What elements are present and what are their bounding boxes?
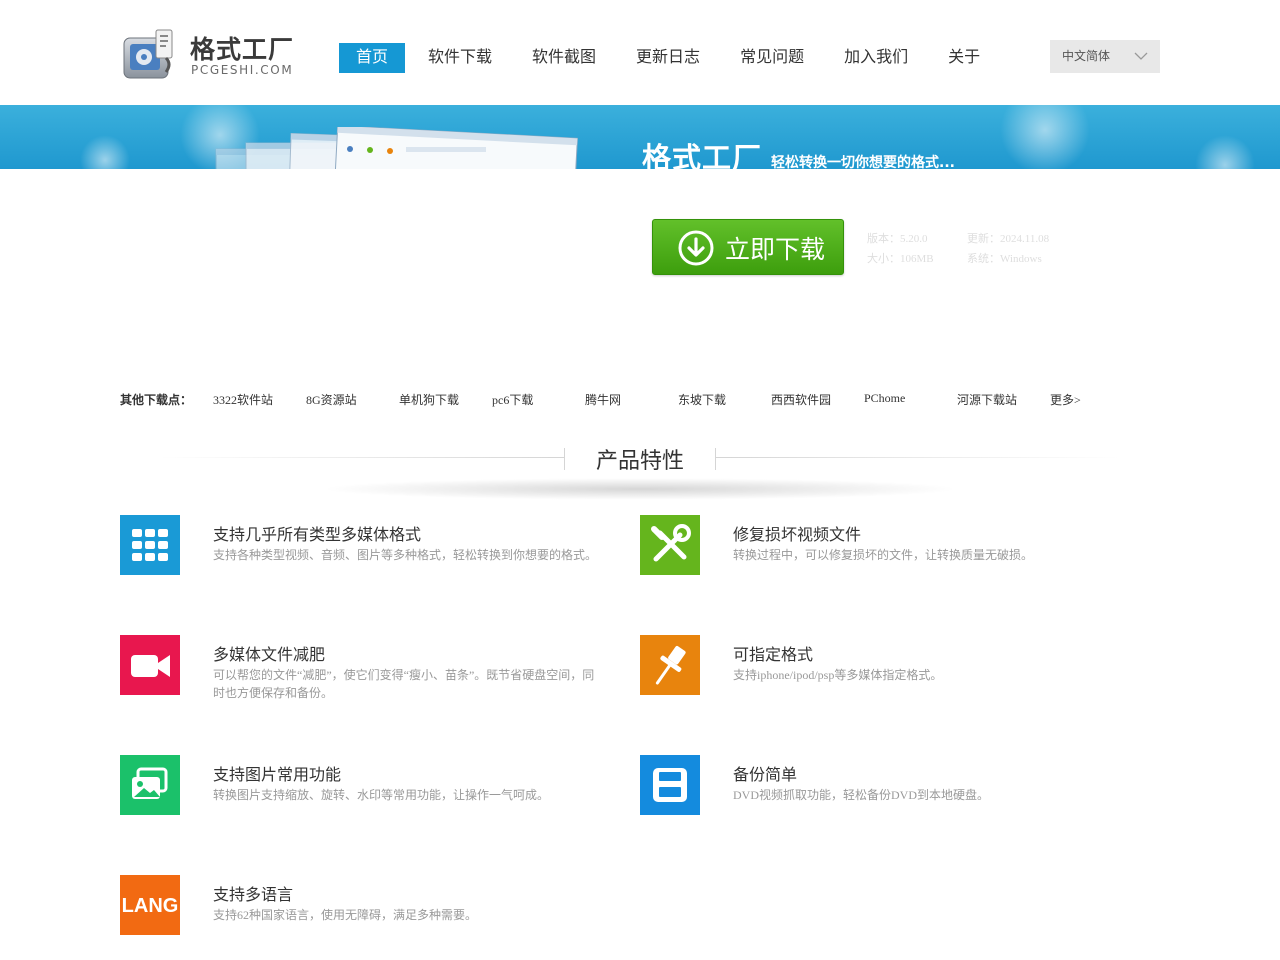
logo-title: 格式工厂 [190, 35, 295, 64]
feature-item: 备份简单 DVD视频抓取功能，轻松备份DVD到本地硬盘。 [640, 755, 1120, 835]
banner-bubble [1000, 105, 1090, 169]
feature-title: 可指定格式 [733, 645, 814, 664]
nav-home[interactable]: 首页 [339, 43, 406, 73]
feature-description: 转换图片支持缩放、旋转、水印等常用功能，让操作一气呵成。 [213, 788, 550, 802]
features-section-header: 产品特性 [120, 440, 1160, 500]
feature-item: 支持图片常用功能 转换图片支持缩放、旋转、水印等常用功能，让操作一气呵成。 [120, 755, 600, 835]
repair-tools-icon [640, 515, 700, 575]
feature-item: LANG 支持多语言 支持62种国家语言，使用无障碍，满足多种需要。 [120, 875, 600, 955]
video-camera-icon [120, 635, 180, 695]
mirror-link[interactable]: 河源下载站 [957, 391, 1017, 408]
feature-description: 可以帮您的文件“减肥”，使它们变得“瘦小、苗条”。既节省硬盘空间，同时也方便保存… [213, 668, 595, 700]
more-mirrors-link[interactable]: 更多> [1050, 391, 1081, 408]
mirror-link[interactable]: PChome [864, 391, 905, 406]
download-now-label: 立即下载 [725, 235, 826, 264]
pushpin-icon [640, 635, 700, 695]
nav-software-download[interactable]: 软件下载 [411, 43, 509, 73]
download-now-button[interactable]: 立即下载 [652, 219, 844, 275]
nav-join-us[interactable]: 加入我们 [827, 43, 925, 73]
save-disk-icon [640, 755, 700, 815]
banner-slogan: 轻松转换一切你想要的格式... [771, 155, 955, 169]
feature-title: 支持图片常用功能 [213, 765, 342, 784]
feature-description: 支持iphone/ipod/psp等多媒体指定格式。 [733, 668, 943, 682]
feature-item: 可指定格式 支持iphone/ipod/psp等多媒体指定格式。 [640, 635, 1120, 715]
feature-title: 修复损坏视频文件 [733, 525, 862, 544]
other-downloads-label: 其他下载点： [120, 393, 193, 407]
divider-line [716, 457, 1120, 458]
feature-title: 支持几乎所有类型多媒体格式 [213, 525, 422, 544]
logo-subtitle: PCGESHI.COM [191, 63, 294, 77]
feature-title: 多媒体文件减肥 [213, 645, 326, 664]
site-logo[interactable]: 格式工厂 PCGESHI.COM [122, 26, 297, 84]
feature-description: 转换过程中，可以修复损坏的文件，让转换质量无破损。 [733, 548, 1034, 562]
mirror-link[interactable]: pc6下载 [492, 391, 533, 408]
lang-text-icon: LANG [120, 875, 180, 935]
language-select[interactable]: 中文简体 [1050, 40, 1160, 73]
chevron-down-icon [1134, 52, 1148, 60]
mirror-link[interactable]: 西西软件园 [771, 391, 831, 408]
banner-bubble [1195, 135, 1255, 169]
grid-apps-icon [120, 515, 180, 575]
download-arrow-icon [678, 230, 714, 266]
mirror-link[interactable]: 8G资源站 [306, 391, 357, 408]
feature-description: 支持62种国家语言，使用无障碍，满足多种需要。 [213, 908, 478, 922]
language-selected-value: 中文简体 [1062, 49, 1111, 63]
feature-item: 支持几乎所有类型多媒体格式 支持各种类型视频、音频、图片等多种格式，轻松转换到你… [120, 515, 600, 595]
divider-shadow [320, 478, 960, 500]
mirror-link[interactable]: 单机狗下载 [399, 391, 459, 408]
photo-gallery-icon [120, 755, 180, 815]
mirror-link[interactable]: 腾牛网 [585, 391, 621, 408]
section-title: 产品特性 [595, 449, 684, 474]
feature-title: 备份简单 [733, 765, 798, 784]
download-version: 版本：5.20.0 [867, 233, 928, 245]
nav-screenshots[interactable]: 软件截图 [515, 43, 613, 73]
mirror-link[interactable]: 3322软件站 [213, 391, 273, 408]
download-updated: 更新：2024.11.08 [967, 233, 1050, 245]
hero-banner: 格式工厂 轻松转换一切你想要的格式... [0, 105, 1280, 169]
nav-about[interactable]: 关于 [931, 43, 997, 73]
feature-description: DVD视频抓取功能，轻松备份DVD到本地硬盘。 [733, 788, 989, 802]
banner-title: 格式工厂 [642, 141, 763, 169]
mirror-link[interactable]: 东坡下载 [678, 391, 726, 408]
banner-bubble [80, 135, 130, 169]
feature-description: 支持各种类型视频、音频、图片等多种格式，轻松转换到你想要的格式。 [213, 548, 598, 562]
nav-faq[interactable]: 常见问题 [723, 43, 821, 73]
site-header: 格式工厂 PCGESHI.COM 首页 软件下载 软件截图 更新日志 常见问题 … [0, 0, 1280, 105]
app-screenshots-image [215, 127, 578, 169]
main-nav: 首页 软件下载 软件截图 更新日志 常见问题 加入我们 关于 [339, 43, 1003, 73]
download-size: 大小：106MB [867, 253, 934, 265]
format-factory-logo-icon [123, 29, 173, 79]
feature-item: 修复损坏视频文件 转换过程中，可以修复损坏的文件，让转换质量无破损。 [640, 515, 1120, 595]
feature-title: 支持多语言 [213, 885, 294, 904]
lang-icon-text: LANG [122, 895, 179, 917]
divider-line [160, 457, 564, 458]
nav-changelog[interactable]: 更新日志 [619, 43, 717, 73]
feature-item: 多媒体文件减肥 可以帮您的文件“减肥”，使它们变得“瘦小、苗条”。既节省硬盘空间… [120, 635, 600, 715]
download-system: 系统：Windows [967, 253, 1042, 265]
